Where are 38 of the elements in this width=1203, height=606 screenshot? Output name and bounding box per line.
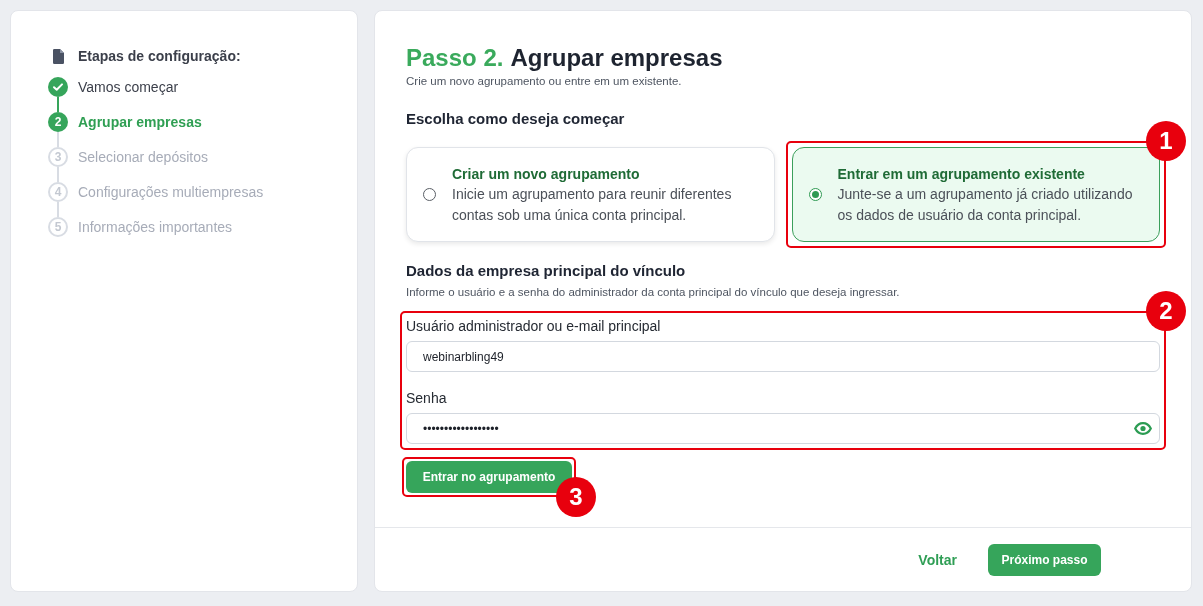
callout-number: 3 — [556, 477, 596, 517]
step-connector-line — [57, 97, 59, 112]
step-label: Configurações multiempresas — [78, 184, 264, 200]
sidebar-title: Etapas de configuração: — [78, 48, 241, 64]
document-icon — [52, 48, 64, 64]
step-label: Selecionar depósitos — [78, 149, 208, 165]
field-label: Senha — [406, 389, 448, 407]
section-subtitle: Informe o usuário e a senha do administrador da conta principal do vínculo que deseja ingressar. — [406, 285, 901, 299]
option-card[interactable]: Entrar em um agrupamento existente Junte-se a um agrupamento já criado utilizando os dados de usuário da conta principal. — [791, 147, 1160, 242]
step-number: 2 — [48, 112, 68, 132]
step-connector-line — [57, 132, 59, 147]
check-circle-icon — [48, 77, 68, 97]
step-label: Informações importantes — [78, 219, 233, 235]
page-subtitle: Crie um novo agrupamento ou entre em um existente. — [406, 74, 683, 88]
field-label: Usuário administrador ou e-mail principal — [406, 317, 662, 335]
radio-button[interactable] — [808, 188, 822, 201]
option-description: Junte-se a um agrupamento já criado utilizando os dados de usuário da conta principal. — [837, 184, 1134, 225]
step-number: 4 — [48, 182, 68, 202]
step-connector-line — [57, 202, 59, 217]
password-input[interactable]: •••••••••••••••••• — [406, 413, 1160, 444]
page-title: Agrupar empresas — [510, 43, 723, 73]
step-label: Vamos começar — [78, 79, 179, 95]
step-heading: Passo 2. — [406, 43, 504, 73]
section-heading: Dados da empresa principal do vínculo — [406, 262, 687, 280]
step-number: 3 — [48, 147, 68, 167]
step-number: 5 — [48, 217, 68, 237]
section-heading: Escolha como deseja começar — [406, 110, 626, 128]
option-card[interactable]: Criar um novo agrupamento Inicie um agrupamento para reunir diferentes contas sob uma única conta principal. — [406, 147, 775, 242]
radio-button[interactable] — [423, 188, 436, 201]
option-description: Inicie um agrupamento para reunir diferentes contas sob uma única conta principal. — [452, 184, 733, 225]
callout-number: 1 — [1146, 121, 1186, 161]
option-title: Entrar em um agrupamento existente — [837, 164, 1086, 184]
step-label: Agrupar empresas — [78, 114, 202, 130]
option-title: Criar um novo agrupamento — [452, 164, 641, 184]
step-connector-line — [57, 167, 59, 182]
text-input[interactable]: webinarbling49 — [406, 341, 1160, 372]
eye-icon[interactable] — [1134, 422, 1152, 435]
callout-number: 2 — [1146, 291, 1186, 331]
